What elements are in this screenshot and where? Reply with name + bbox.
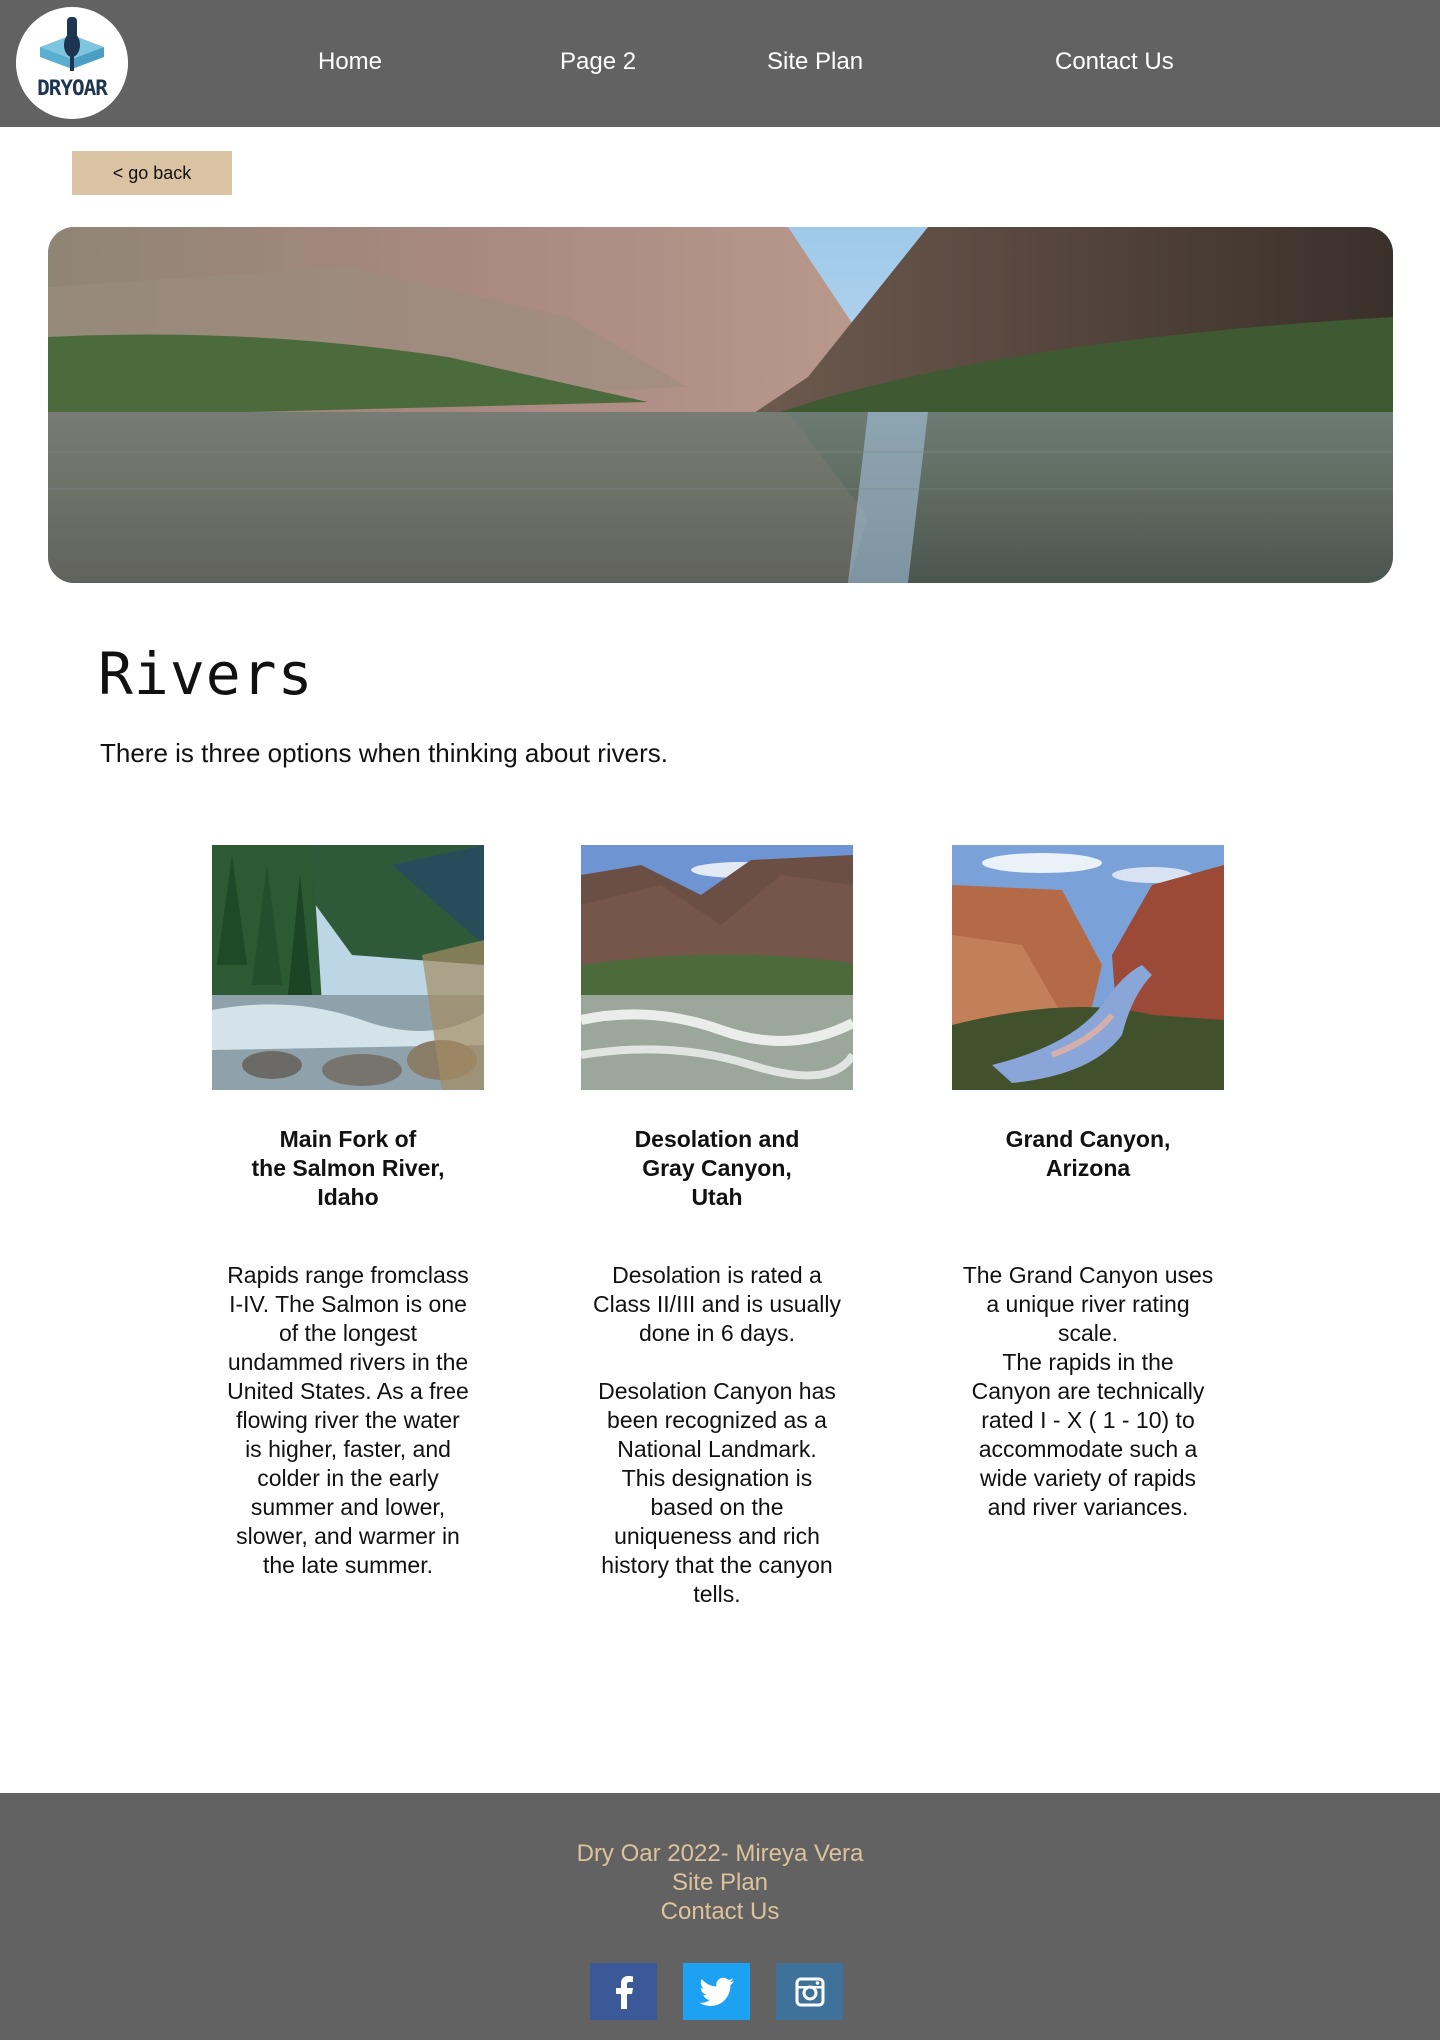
logo-graphic: DRYOAR: [16, 7, 128, 119]
river-card-grand-canyon: Grand Canyon, Arizona The Grand Canyon u…: [948, 845, 1228, 1520]
card-title: Main Fork of the Salmon River, Idaho: [251, 1126, 445, 1210]
site-footer: Dry Oar 2022- Mireya Vera Site Plan Cont…: [0, 1793, 1440, 2040]
instagram-button[interactable]: [776, 1963, 843, 2020]
nav-page-2[interactable]: Page 2: [560, 48, 636, 76]
card-description: Rapids range fromclass I-IV. The Salmon …: [227, 1262, 469, 1578]
social-links: [590, 1963, 843, 2020]
desolation-canyon-photo: [581, 845, 853, 1090]
river-card-desolation: Desolation and Gray Canyon, Utah Desolat…: [577, 845, 857, 1607]
grand-canyon-photo: [952, 845, 1224, 1090]
dry-oar-logo[interactable]: DRYOAR: [16, 7, 128, 119]
go-back-button[interactable]: < go back: [72, 151, 232, 195]
nav-home[interactable]: Home: [318, 48, 382, 76]
card-description: The Grand Canyon uses a unique river rat…: [962, 1262, 1214, 1520]
logo-text: DRYOAR: [37, 76, 108, 100]
site-header: DRYOAR Home Page 2 Site Plan Contact Us: [0, 0, 1440, 127]
footer-site-plan-link[interactable]: Site Plan: [0, 1868, 1440, 1897]
footer-contact-link[interactable]: Contact Us: [0, 1897, 1440, 1926]
page-title: Rivers: [98, 640, 314, 708]
instagram-icon: [795, 1977, 824, 2006]
nav-site-plan[interactable]: Site Plan: [767, 48, 863, 76]
footer-copyright: Dry Oar 2022- Mireya Vera: [576, 1840, 864, 1867]
desolation-canyon-image: [581, 845, 853, 1090]
footer-links: Dry Oar 2022- Mireya Vera Site Plan Cont…: [0, 1839, 1440, 1926]
salmon-river-photo: [212, 845, 484, 1090]
twitter-icon: [699, 1977, 734, 2006]
nav-contact-us[interactable]: Contact Us: [1055, 48, 1174, 76]
salmon-river-image: [212, 845, 484, 1090]
card-description: Desolation is rated a Class II/III and i…: [593, 1262, 841, 1607]
facebook-button[interactable]: [590, 1963, 657, 2020]
twitter-button[interactable]: [683, 1963, 750, 2020]
card-title: Desolation and Gray Canyon, Utah: [634, 1126, 800, 1210]
hero-image: [48, 227, 1393, 583]
card-title: Grand Canyon, Arizona: [1005, 1126, 1171, 1181]
facebook-icon: [615, 1975, 633, 2009]
river-card-salmon: Main Fork of the Salmon River, Idaho Rap…: [208, 845, 488, 1578]
grand-canyon-image: [952, 845, 1224, 1090]
canyon-river-image: [48, 227, 1393, 583]
intro-text: There is three options when thinking abo…: [100, 738, 668, 768]
